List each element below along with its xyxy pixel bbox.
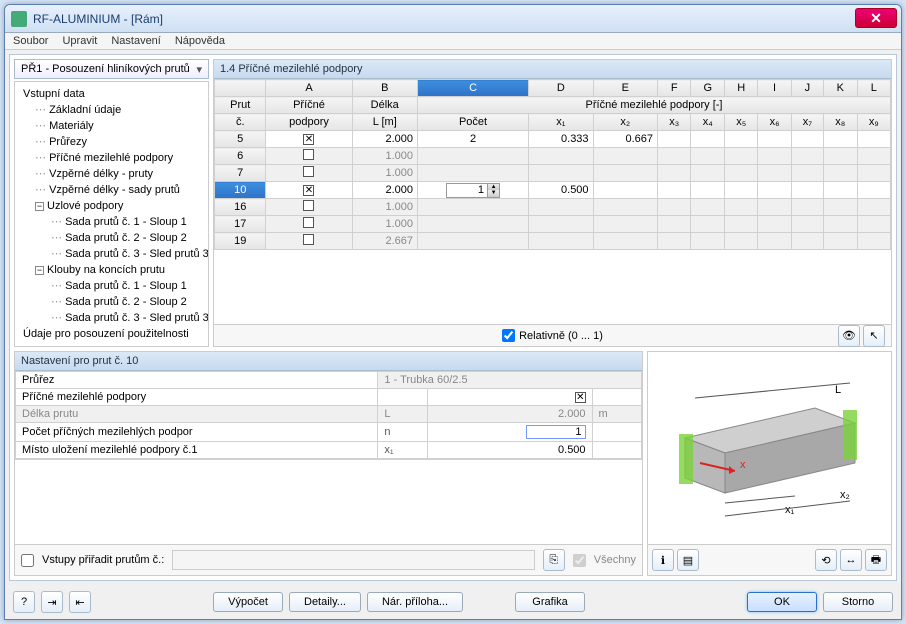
table-row[interactable]: 102.000▲▼0.500 xyxy=(215,182,891,199)
tree-item[interactable]: −Uzlové podpory xyxy=(17,198,206,214)
tree-item[interactable]: ⋯ Základní údaje xyxy=(17,102,206,118)
relative-checkbox[interactable] xyxy=(502,329,515,342)
grid-footer: Relativně (0 ... 1) 👁 ↖ xyxy=(214,324,891,346)
menu-help[interactable]: Nápověda xyxy=(175,35,225,47)
tree-item[interactable]: ⋯ Vzpěrné délky - sady prutů xyxy=(17,182,206,198)
info-icon[interactable]: ℹ xyxy=(652,549,674,571)
all-checkbox xyxy=(573,554,586,567)
detail-row[interactable]: Počet příčných mezilehlých podporn1 xyxy=(16,423,642,442)
details-button[interactable]: Detaily... xyxy=(289,592,361,612)
table-row[interactable]: 161.000 xyxy=(215,199,891,216)
nat-annex-button[interactable]: Nár. příloha... xyxy=(367,592,463,612)
menubar: Soubor Upravit Nastavení Nápověda xyxy=(5,33,901,50)
tree-item[interactable]: ⋯ Sada prutů č. 2 - Sloup 2 xyxy=(17,294,206,310)
detail-checkbox[interactable] xyxy=(575,392,586,403)
detail-row[interactable]: Průřez1 - Trubka 60/2.5 xyxy=(16,372,642,389)
case-combo[interactable]: PŘ1 - Posouzení hliníkových prutů xyxy=(14,59,209,79)
print-icon[interactable]: 🖶 xyxy=(865,549,887,571)
tree-item[interactable]: ⋯ Průřezy xyxy=(17,134,206,150)
preview-footer: ℹ ▤ ⟲ ↔ 🖶 xyxy=(648,544,891,575)
preview-panel: x L x₁ x₂ ℹ ▤ xyxy=(647,351,892,576)
eye-icon[interactable]: 👁 xyxy=(838,325,860,347)
assign-input[interactable] xyxy=(172,550,535,570)
tree-item[interactable]: ⋯ Materiály xyxy=(17,118,206,134)
grid-scroll[interactable]: ABCDEFGHIJKLPrutPříčnéDélkaPříčné mezile… xyxy=(214,79,891,324)
bottom-bar: ? ⇥ ⇤ Výpočet Detaily... Nár. příloha...… xyxy=(5,585,901,619)
supports-grid[interactable]: ABCDEFGHIJKLPrutPříčnéDélkaPříčné mezile… xyxy=(214,79,891,250)
detail-row[interactable]: Místo uložení mezilehlé podpory č.1x₁0.5… xyxy=(16,442,642,459)
detail-row[interactable]: Délka prutuL2.000m xyxy=(16,406,642,423)
assign-checkbox[interactable] xyxy=(21,554,34,567)
relative-label: Relativně (0 ... 1) xyxy=(519,330,603,342)
count-input[interactable] xyxy=(447,184,487,197)
table-row[interactable]: 192.667 xyxy=(215,233,891,250)
sidebar: PŘ1 - Posouzení hliníkových prutů Vstupn… xyxy=(14,59,209,347)
beam-diagram: x L x₁ x₂ xyxy=(665,368,875,528)
upper-area: PŘ1 - Posouzení hliníkových prutů Vstupn… xyxy=(14,59,892,347)
table-row[interactable]: 52.00020.3330.667 xyxy=(215,131,891,148)
table-row[interactable]: 61.000 xyxy=(215,148,891,165)
tree-item[interactable]: ⋯ Sada prutů č. 1 - Sloup 1 xyxy=(17,278,206,294)
menu-settings[interactable]: Nastavení xyxy=(111,35,161,47)
nav-tree[interactable]: Vstupní data⋯ Základní údaje⋯ Materiály⋯… xyxy=(14,81,209,347)
ok-button[interactable]: OK xyxy=(747,592,817,612)
calc-button[interactable]: Výpočet xyxy=(213,592,283,612)
dim-x1: x₁ xyxy=(785,504,795,516)
lower-area: Nastavení pro prut č. 10 Průřez1 - Trubk… xyxy=(14,351,892,576)
detail-table[interactable]: Průřez1 - Trubka 60/2.5Příčné mezilehlé … xyxy=(15,371,642,459)
assign-label: Vstupy přiřadit prutům č.: xyxy=(42,554,164,566)
menu-file[interactable]: Soubor xyxy=(13,35,48,47)
dim-L: L xyxy=(835,384,841,396)
tree-item[interactable]: ⋯ Sada prutů č. 1 - Sloup 1 xyxy=(17,214,206,230)
view-icon[interactable]: ⟲ xyxy=(815,549,837,571)
content: PŘ1 - Posouzení hliníkových prutů Vstupn… xyxy=(9,54,897,581)
all-label: Všechny xyxy=(594,554,636,566)
tree-item[interactable]: −Klouby na koncích prutu xyxy=(17,262,206,278)
zoom-icon[interactable]: ↔ xyxy=(840,549,862,571)
grid-panel: 1.4 Příčné mezilehlé podpory ABCDEFGHIJK… xyxy=(213,59,892,347)
help-icon[interactable]: ? xyxy=(13,591,35,613)
titlebar: RF-ALUMINIUM - [Rám] ✕ xyxy=(5,5,901,33)
window-title: RF-ALUMINIUM - [Rám] xyxy=(33,12,163,26)
tree-item[interactable]: ⋯ Sada prutů č. 3 - Sled prutů 3 xyxy=(17,246,206,262)
window: RF-ALUMINIUM - [Rám] ✕ Soubor Upravit Na… xyxy=(4,4,902,620)
tree-item[interactable]: ⋯ Sada prutů č. 3 - Sled prutů 3 xyxy=(17,310,206,326)
section-icon[interactable]: ▤ xyxy=(677,549,699,571)
preview-image: x L x₁ x₂ xyxy=(648,352,891,544)
cancel-button[interactable]: Storno xyxy=(823,592,893,612)
import-icon[interactable]: ⇥ xyxy=(41,591,63,613)
detail-panel: Nastavení pro prut č. 10 Průřez1 - Trubk… xyxy=(14,351,643,576)
close-button[interactable]: ✕ xyxy=(855,8,897,28)
export-icon[interactable]: ⇤ xyxy=(69,591,91,613)
table-row[interactable]: 71.000 xyxy=(215,165,891,182)
tree-item[interactable]: Údaje pro posouzení použitelnosti xyxy=(17,326,206,342)
tree-item[interactable]: Vstupní data xyxy=(17,86,206,102)
detail-footer: Vstupy přiřadit prutům č.: ⎘ Všechny xyxy=(15,544,642,575)
tree-item[interactable]: ⋯ Příčné mezilehlé podpory xyxy=(17,150,206,166)
detail-spacer xyxy=(15,459,642,544)
detail-row[interactable]: Příčné mezilehlé podpory xyxy=(16,389,642,406)
pick-members-icon[interactable]: ⎘ xyxy=(543,549,565,571)
tree-item[interactable]: ⋯ Vzpěrné délky - pruty xyxy=(17,166,206,182)
pick-icon[interactable]: ↖ xyxy=(863,325,885,347)
grid-title: 1.4 Příčné mezilehlé podpory xyxy=(214,60,891,79)
menu-edit[interactable]: Upravit xyxy=(62,35,97,47)
tree-item[interactable]: ⋯ Sada prutů č. 2 - Sloup 2 xyxy=(17,230,206,246)
detail-title: Nastavení pro prut č. 10 xyxy=(15,352,642,371)
table-row[interactable]: 171.000 xyxy=(215,216,891,233)
graphics-button[interactable]: Grafika xyxy=(515,592,585,612)
app-icon xyxy=(11,11,27,27)
axis-x-label: x xyxy=(740,459,746,471)
dim-x2: x₂ xyxy=(840,489,850,501)
